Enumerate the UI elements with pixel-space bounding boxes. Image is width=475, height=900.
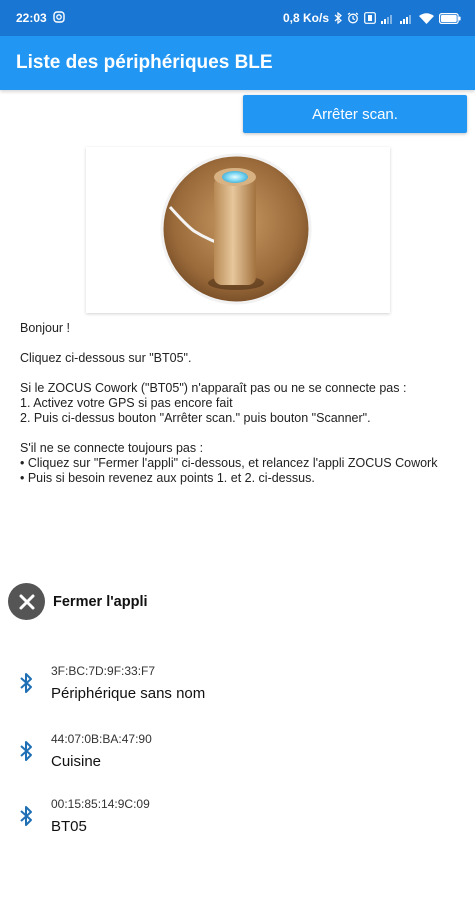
click-hint-text: Cliquez ci-dessous sur "BT05". [20, 351, 192, 365]
network-speed: 0,8 Ko/s [282, 11, 329, 25]
device-mac: 3F:BC:7D:9F:33:F7 [51, 664, 156, 678]
battery-icon [439, 12, 461, 24]
bullet-2: • Puis si besoin revenez aux points 1. e… [20, 471, 315, 485]
bullet-1: • Cliquez sur "Fermer l'appli" ci-dessou… [20, 456, 438, 470]
bluetooth-icon [14, 740, 38, 762]
troubleshoot-intro: Si le ZOCUS Cowork ("BT05") n'apparaît p… [20, 381, 407, 395]
signal-icon [400, 13, 414, 24]
page-title: Liste des périphériques BLE [16, 52, 273, 73]
device-item[interactable]: 44:07:0B:BA:47:90 Cuisine [14, 732, 152, 770]
status-bar: 22:03 0,8 Ko/s [0, 0, 475, 36]
device-mac: 44:07:0B:BA:47:90 [51, 732, 152, 746]
bluetooth-icon [334, 12, 342, 24]
step-2: 2. Puis ci-dessus bouton "Arrêter scan."… [20, 411, 371, 425]
alarm-icon [347, 12, 359, 24]
device-item[interactable]: 00:15:85:14:9C:09 BT05 [14, 797, 150, 835]
status-left: 22:03 [16, 10, 65, 26]
bluetooth-icon [14, 672, 38, 694]
close-icon[interactable] [8, 583, 45, 620]
device-text: 3F:BC:7D:9F:33:F7 Périphérique sans nom [51, 664, 205, 702]
instagram-icon [53, 10, 65, 26]
device-text: 00:15:85:14:9C:09 BT05 [51, 797, 150, 835]
instructions-text: Bonjour ! Cliquez ci-dessous sur "BT05".… [20, 321, 460, 486]
vibrate-icon [364, 12, 376, 24]
wifi-icon [419, 12, 434, 24]
step-1: 1. Activez votre GPS si pas encore fait [20, 396, 233, 410]
app-bar: Liste des périphériques BLE [0, 36, 475, 90]
signal-icon [381, 13, 395, 24]
bluetooth-icon [14, 805, 38, 827]
still-not-connected-text: S'il ne se connecte toujours pas : [20, 441, 204, 455]
device-item[interactable]: 3F:BC:7D:9F:33:F7 Périphérique sans nom [14, 664, 205, 702]
close-app-label[interactable]: Fermer l'appli [53, 594, 148, 610]
device-mac: 00:15:85:14:9C:09 [51, 797, 150, 811]
close-app-button[interactable]: Fermer l'appli [8, 583, 148, 620]
device-name: BT05 [51, 818, 87, 835]
stop-scan-button[interactable]: Arrêter scan. [243, 95, 467, 133]
greeting-text: Bonjour ! [20, 321, 71, 335]
device-name: Périphérique sans nom [51, 685, 206, 702]
status-right: 0,8 Ko/s [283, 11, 461, 25]
device-text: 44:07:0B:BA:47:90 Cuisine [51, 732, 152, 770]
product-image [86, 147, 390, 313]
status-time: 22:03 [16, 11, 47, 25]
device-name: Cuisine [51, 753, 102, 770]
